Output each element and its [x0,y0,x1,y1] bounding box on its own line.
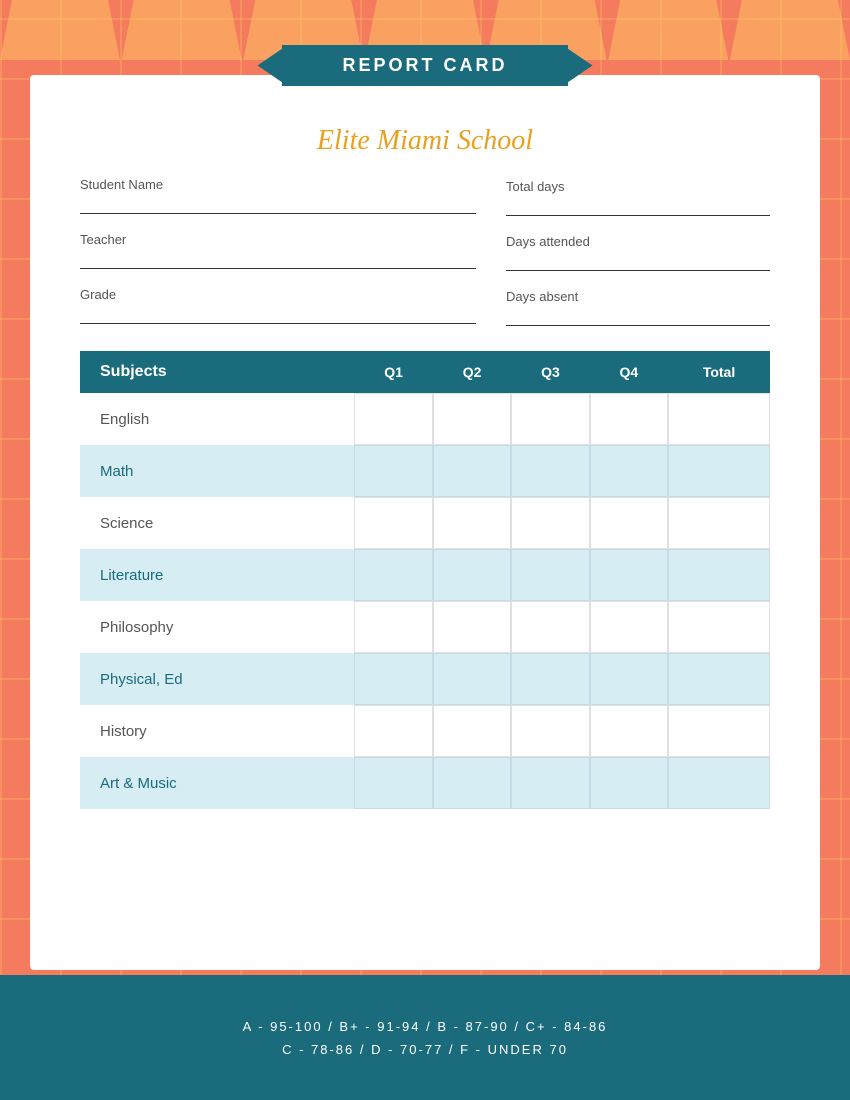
subject-cell: Art & Music [80,757,354,809]
q2-cell [433,653,511,705]
banner-container: REPORT CARD [0,45,850,86]
total-days-label: Total days [506,179,770,194]
report-card: Elite Miami School Student Name Teacher … [30,75,820,970]
q2-cell [433,601,511,653]
total-cell [668,549,770,601]
info-right: Total days Days attended Days absent [506,177,770,326]
total-cell [668,445,770,497]
table-row: Science [80,497,770,549]
total-cell [668,393,770,445]
banner-label: REPORT CARD [342,55,507,75]
grade-line [80,304,476,324]
q3-cell [511,497,589,549]
grade-field: Grade [80,287,476,324]
info-section: Student Name Teacher Grade Total days [80,177,770,326]
q3-cell [511,445,589,497]
days-absent-field: Days absent [506,289,770,326]
report-card-banner: REPORT CARD [282,45,567,86]
subjects-header: Subjects [80,351,354,393]
q1-cell [354,497,432,549]
q3-cell [511,393,589,445]
q4-cell [590,757,668,809]
q2-cell [433,757,511,809]
q1-cell [354,705,432,757]
table-row: Literature [80,549,770,601]
table-row: English [80,393,770,445]
q3-cell [511,549,589,601]
q2-header: Q2 [433,351,511,393]
q3-cell [511,757,589,809]
total-cell [668,653,770,705]
q3-cell [511,601,589,653]
q2-cell [433,705,511,757]
table-row: Physical, Ed [80,653,770,705]
total-cell [668,497,770,549]
student-name-label: Student Name [80,177,476,192]
days-absent-label: Days absent [506,289,770,304]
q4-cell [590,445,668,497]
q2-cell [433,497,511,549]
student-name-field: Student Name [80,177,476,214]
q3-header: Q3 [511,351,589,393]
q1-cell [354,445,432,497]
table-row: Philosophy [80,601,770,653]
q1-cell [354,757,432,809]
subject-cell: Science [80,497,354,549]
total-header: Total [668,351,770,393]
q1-cell [354,549,432,601]
grade-table: Subjects Q1 Q2 Q3 Q4 Total EnglishMathSc… [80,351,770,809]
subject-cell: Math [80,445,354,497]
q4-cell [590,601,668,653]
q3-cell [511,705,589,757]
total-cell [668,705,770,757]
days-attended-field: Days attended [506,234,770,271]
q4-cell [590,549,668,601]
student-name-line [80,194,476,214]
q3-cell [511,653,589,705]
q4-header: Q4 [590,351,668,393]
grade-label: Grade [80,287,476,302]
info-left: Student Name Teacher Grade [80,177,476,326]
q4-cell [590,653,668,705]
q1-cell [354,393,432,445]
q4-cell [590,393,668,445]
days-absent-line [506,306,770,326]
teacher-label: Teacher [80,232,476,247]
days-attended-line [506,251,770,271]
teacher-line [80,249,476,269]
table-row: Art & Music [80,757,770,809]
subject-cell: Physical, Ed [80,653,354,705]
total-cell [668,601,770,653]
card-content: Elite Miami School Student Name Teacher … [30,105,820,829]
subject-cell: English [80,393,354,445]
q2-cell [433,549,511,601]
q2-cell [433,393,511,445]
q1-cell [354,601,432,653]
grading-scale: A - 95-100 / B+ - 91-94 / B - 87-90 / C+… [0,975,850,1100]
teacher-field: Teacher [80,232,476,269]
table-header-row: Subjects Q1 Q2 Q3 Q4 Total [80,351,770,393]
q2-cell [433,445,511,497]
subject-cell: Philosophy [80,601,354,653]
total-days-field: Total days [506,179,770,216]
table-row: Math [80,445,770,497]
total-cell [668,757,770,809]
table-row: History [80,705,770,757]
q4-cell [590,497,668,549]
q4-cell [590,705,668,757]
subject-cell: Literature [80,549,354,601]
q1-cell [354,653,432,705]
q1-header: Q1 [354,351,432,393]
subject-cell: History [80,705,354,757]
scale-line-2: C - 78-86 / D - 70-77 / F - UNDER 70 [282,1042,568,1057]
days-attended-label: Days attended [506,234,770,249]
school-name: Elite Miami School [80,125,770,157]
scale-line-1: A - 95-100 / B+ - 91-94 / B - 87-90 / C+… [243,1019,608,1034]
total-days-line [506,196,770,216]
